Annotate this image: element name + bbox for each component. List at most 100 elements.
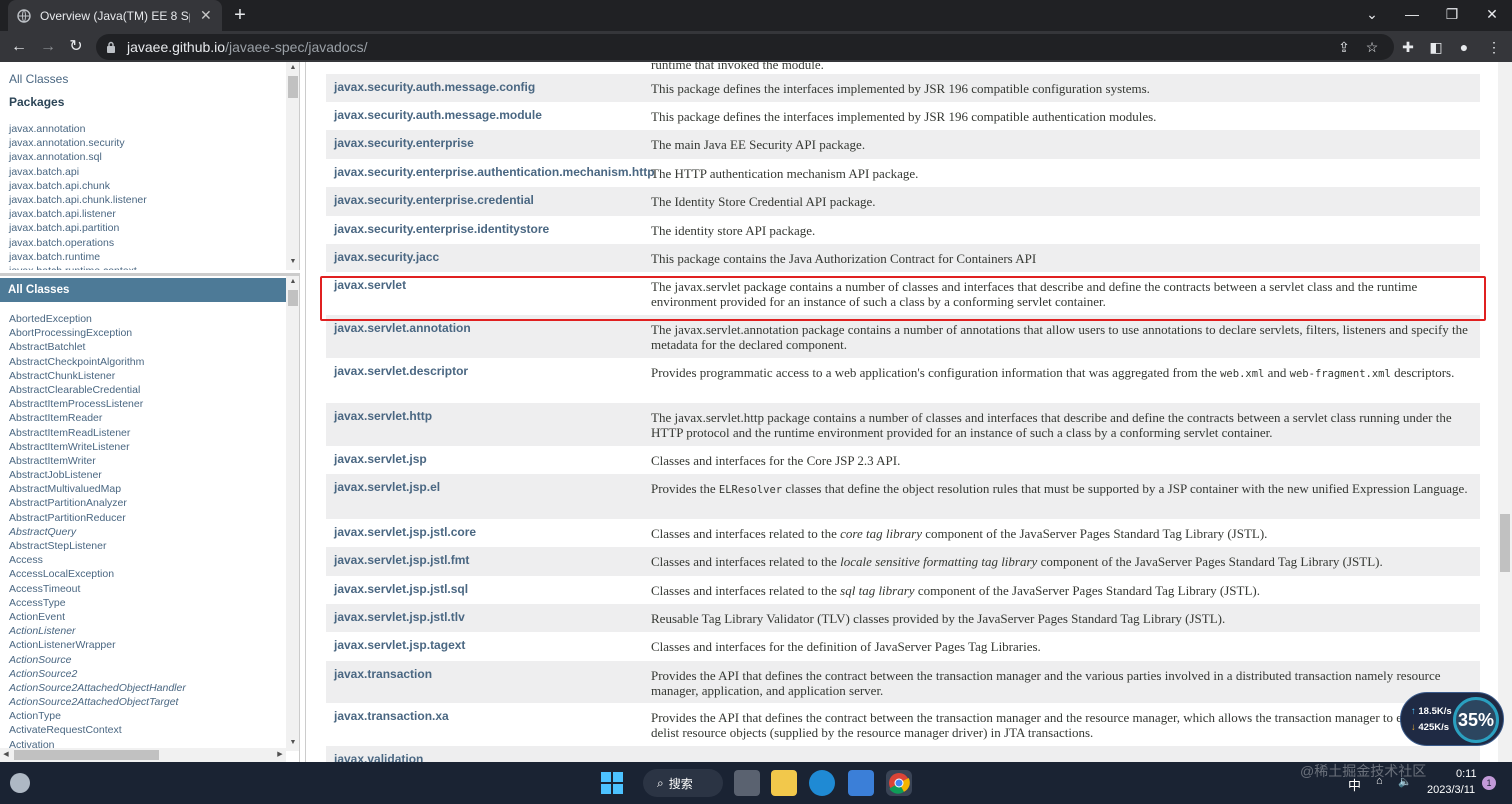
class-link[interactable]: ActivateRequestContext: [9, 723, 186, 737]
class-link[interactable]: AbstractCheckpointAlgorithm: [9, 355, 186, 369]
class-link[interactable]: AccessType: [9, 596, 186, 610]
class-link[interactable]: AbstractBatchlet: [9, 340, 186, 354]
menu-icon[interactable]: ⋮: [1483, 36, 1505, 58]
package-name-link[interactable]: javax.security.auth.message.module: [334, 108, 542, 122]
classes-horizontal-scrollbar[interactable]: ◀ ▶: [0, 748, 286, 762]
class-link[interactable]: AbstractChunkListener: [9, 369, 186, 383]
close-window-icon[interactable]: ✕: [1472, 0, 1512, 31]
package-name-link[interactable]: javax.servlet.jsp.jstl.fmt: [334, 553, 469, 567]
class-link[interactable]: ActionSource: [9, 653, 186, 667]
minimize-icon[interactable]: —: [1392, 0, 1432, 31]
bookmark-star-icon[interactable]: ☆: [1361, 36, 1383, 58]
package-link[interactable]: javax.annotation.security: [9, 136, 147, 150]
package-name-link[interactable]: javax.servlet.jsp: [334, 452, 427, 466]
package-name-link[interactable]: javax.security.jacc: [334, 250, 439, 264]
tab-close-icon[interactable]: ✕: [200, 7, 212, 24]
address-bar[interactable]: javaee.github.io/javaee-spec/javadocs/: [96, 34, 1394, 60]
package-link[interactable]: javax.annotation.sql: [9, 150, 147, 164]
package-name-link[interactable]: javax.security.enterprise.credential: [334, 193, 534, 207]
scroll-up-icon[interactable]: ▲: [286, 276, 299, 288]
share-icon[interactable]: ⇪: [1333, 36, 1355, 58]
scroll-up-icon[interactable]: ▲: [286, 62, 299, 74]
clock-date[interactable]: 2023/3/11: [1427, 784, 1475, 796]
class-link[interactable]: AbortProcessingException: [9, 326, 186, 340]
scroll-thumb[interactable]: [1500, 514, 1510, 572]
class-link[interactable]: AbstractItemWriteListener: [9, 440, 186, 454]
class-link[interactable]: AbstractQuery: [9, 525, 186, 539]
class-link[interactable]: ActionSource2AttachedObjectHandler: [9, 681, 186, 695]
class-link[interactable]: AbstractItemProcessListener: [9, 397, 186, 411]
package-name-link[interactable]: javax.servlet.jsp.el: [334, 480, 440, 494]
edge-icon[interactable]: [809, 770, 835, 796]
reload-icon[interactable]: ↻: [65, 36, 87, 58]
class-link[interactable]: ActionType: [9, 709, 186, 723]
back-arrow-icon[interactable]: ←: [8, 36, 30, 58]
class-link[interactable]: AccessTimeout: [9, 582, 186, 596]
package-link[interactable]: javax.annotation: [9, 122, 147, 136]
notification-badge[interactable]: 1: [1482, 776, 1496, 790]
package-link[interactable]: javax.batch.operations: [9, 236, 147, 250]
class-link[interactable]: AbstractItemReadListener: [9, 426, 186, 440]
class-link[interactable]: Access: [9, 553, 186, 567]
new-tab-button[interactable]: +: [229, 4, 251, 26]
network-speed-widget[interactable]: ↑ 18.5K/s ↓ 425K/s 35%: [1400, 692, 1504, 746]
side-panel-icon[interactable]: ◧: [1425, 36, 1447, 58]
scroll-down-icon[interactable]: ▼: [286, 737, 299, 749]
class-link[interactable]: AbstractStepListener: [9, 539, 186, 553]
start-icon[interactable]: [601, 772, 623, 794]
class-link[interactable]: AbstractMultivaluedMap: [9, 482, 186, 496]
package-name-link[interactable]: javax.servlet.http: [334, 409, 432, 423]
package-name-link[interactable]: javax.validation: [334, 752, 423, 762]
weather-icon[interactable]: [10, 773, 30, 793]
class-link[interactable]: AbstractPartitionReducer: [9, 511, 186, 525]
scroll-thumb[interactable]: [14, 750, 159, 760]
scroll-left-icon[interactable]: ◀: [0, 748, 12, 762]
class-link[interactable]: AbstractJobListener: [9, 468, 186, 482]
class-link[interactable]: AbstractClearableCredential: [9, 383, 186, 397]
class-link[interactable]: ActionListenerWrapper: [9, 638, 186, 652]
class-link[interactable]: ActionSource2AttachedObjectTarget: [9, 695, 186, 709]
classes-scrollbar[interactable]: ▲ ▼: [286, 276, 299, 751]
chrome-icon[interactable]: [886, 770, 912, 796]
file-explorer-icon[interactable]: [771, 770, 797, 796]
package-link[interactable]: javax.batch.api: [9, 165, 147, 179]
restore-icon[interactable]: ❐: [1432, 0, 1472, 31]
package-name-link[interactable]: javax.servlet.jsp.jstl.core: [334, 525, 476, 539]
package-link[interactable]: javax.batch.api.chunk.listener: [9, 193, 147, 207]
forward-arrow-icon[interactable]: →: [37, 36, 59, 58]
class-link[interactable]: AccessLocalException: [9, 567, 186, 581]
class-link[interactable]: ActionEvent: [9, 610, 186, 624]
package-link[interactable]: javax.batch.api.partition: [9, 221, 147, 235]
package-name-link[interactable]: javax.servlet.jsp.jstl.tlv: [334, 610, 465, 624]
store-icon[interactable]: [848, 770, 874, 796]
package-name-link[interactable]: javax.security.enterprise.authentication…: [334, 165, 655, 179]
package-link[interactable]: javax.batch.runtime.context: [9, 264, 147, 270]
package-name-link[interactable]: javax.servlet.annotation: [334, 321, 471, 335]
task-view-icon[interactable]: [734, 770, 760, 796]
packages-scrollbar[interactable]: ▲ ▼: [286, 62, 299, 270]
tab-search-icon[interactable]: ⌄: [1352, 0, 1392, 31]
taskbar-search[interactable]: ⌕ 搜索: [643, 769, 723, 797]
class-link[interactable]: AbstractPartitionAnalyzer: [9, 496, 186, 510]
extensions-icon[interactable]: ✚: [1397, 36, 1419, 58]
package-name-link[interactable]: javax.security.enterprise.identitystore: [334, 222, 549, 236]
profile-icon[interactable]: ●: [1453, 36, 1475, 58]
package-link[interactable]: javax.batch.api.listener: [9, 207, 147, 221]
class-link[interactable]: AbstractItemReader: [9, 411, 186, 425]
package-name-link[interactable]: javax.security.enterprise: [334, 136, 474, 150]
scroll-thumb[interactable]: [288, 76, 298, 98]
package-link[interactable]: javax.batch.runtime: [9, 250, 147, 264]
class-link[interactable]: ActionSource2: [9, 667, 186, 681]
package-name-link[interactable]: javax.servlet.jsp.tagext: [334, 638, 465, 652]
scroll-down-icon[interactable]: ▼: [286, 256, 299, 268]
class-link[interactable]: AbstractItemWriter: [9, 454, 186, 468]
package-name-link[interactable]: javax.transaction.xa: [334, 709, 449, 723]
browser-tab[interactable]: Overview (Java(TM) EE 8 Specification AP…: [8, 0, 222, 31]
package-name-link[interactable]: javax.security.auth.message.config: [334, 80, 535, 94]
scroll-right-icon[interactable]: ▶: [274, 748, 286, 762]
scroll-thumb[interactable]: [288, 290, 298, 306]
class-link[interactable]: AbortedException: [9, 312, 186, 326]
package-name-link[interactable]: javax.transaction: [334, 667, 432, 681]
all-classes-link[interactable]: All Classes: [9, 72, 68, 86]
package-link[interactable]: javax.batch.api.chunk: [9, 179, 147, 193]
